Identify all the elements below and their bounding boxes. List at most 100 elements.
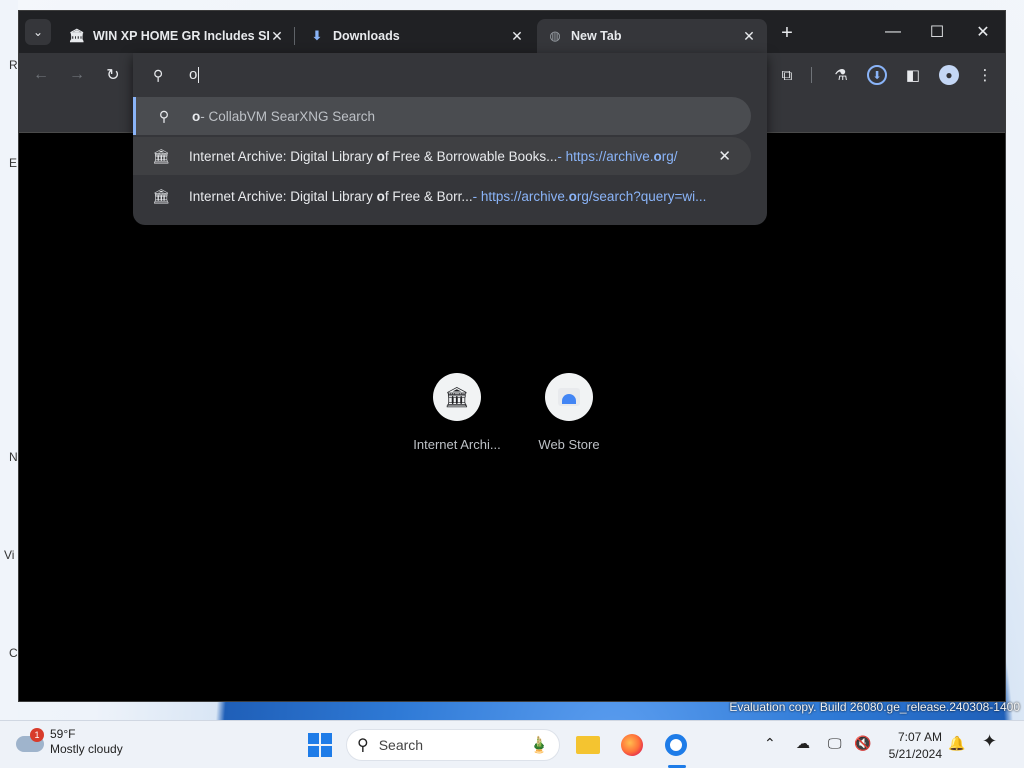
toolbar-divider (811, 67, 812, 83)
search-icon: ⚲ (153, 67, 164, 83)
desktop-icon-label[interactable]: C (9, 646, 18, 660)
download-circle-icon: ⬇ (867, 65, 887, 85)
tab-downloads[interactable]: ⬇ Downloads ✕ (299, 19, 535, 53)
cloud-icon: 1 (16, 728, 46, 754)
close-icon[interactable]: ✕ (509, 28, 525, 44)
tab-strip: ⌄ 🏛 WIN XP HOME GR Includes SP ✕ ⬇ Downl… (19, 11, 1005, 53)
suggestion-query: o (192, 108, 201, 124)
weather-widget[interactable]: 1 59°F Mostly cloudy (16, 727, 123, 757)
close-icon[interactable]: ✕ (741, 28, 757, 44)
archive-icon: 🏛 (152, 187, 170, 204)
notification-bell-icon[interactable]: 🔔 (948, 735, 965, 752)
forward-button[interactable]: → (65, 63, 89, 87)
suggestion-url: - https://archive.org/ (557, 148, 678, 164)
reload-button[interactable]: ↻ (101, 63, 125, 87)
desktop-icon-label[interactable]: E (9, 156, 17, 170)
taskbar-search-placeholder: Search (378, 737, 424, 753)
side-panel-icon: ◧ (905, 67, 921, 84)
weather-condition: Mostly cloudy (50, 742, 123, 756)
firefox-icon (621, 734, 643, 756)
tab-search-button[interactable]: ⌄ (25, 19, 51, 45)
suggestion-title: Internet Archive: Digital Library of Fre… (189, 188, 473, 204)
close-window-button[interactable]: ✕ (961, 17, 1005, 47)
webstore-icon (545, 373, 593, 421)
windows-logo-icon (308, 733, 332, 757)
desktop-icon-strip: R E N Vi C (0, 0, 18, 720)
profile-button[interactable]: ● (937, 63, 961, 87)
plus-icon: + (781, 21, 793, 44)
arrow-right-icon: → (69, 66, 85, 83)
menu-button[interactable]: ⋮ (973, 63, 997, 87)
clock-time: 7:07 AM (897, 730, 942, 744)
maximize-button[interactable]: ☐ (915, 17, 959, 47)
suggestion-history[interactable]: 🏛 Internet Archive: Digital Library of F… (133, 137, 751, 175)
tab-separator (294, 27, 295, 45)
suggestion-search[interactable]: ⚲ o - CollabVM SearXNG Search (133, 97, 751, 135)
chevron-up-icon[interactable]: ⌃ (764, 735, 776, 752)
tab-new-tab[interactable]: ◍ New Tab ✕ (537, 19, 767, 53)
archive-icon: 🏛 (152, 147, 170, 164)
chrome-icon (665, 734, 687, 756)
tab-label: WIN XP HOME GR Includes SP (93, 29, 269, 43)
suggestion-url: - https://archive.org/search?query=wi... (472, 188, 707, 204)
minimize-button[interactable]: — (871, 17, 915, 47)
remove-suggestion-button[interactable]: ✕ (718, 147, 731, 165)
globe-icon: ◍ (549, 28, 561, 43)
puzzle-icon: ⧉ (781, 66, 793, 84)
back-button[interactable]: ← (29, 63, 53, 87)
file-explorer-button[interactable] (572, 729, 604, 761)
onedrive-offline-icon[interactable]: ☁ (796, 735, 810, 752)
archive-icon: 🏛 (68, 28, 86, 43)
avatar-icon: ● (939, 65, 959, 85)
taskbar: 1 59°F Mostly cloudy ⚲ Search 🎍 ⌃ ☁ 🖵 🔇 … (0, 720, 1024, 768)
tab-winxp[interactable]: 🏛 WIN XP HOME GR Includes SP ✕ (59, 19, 295, 53)
chrome-window: ⌄ 🏛 WIN XP HOME GR Includes SP ✕ ⬇ Downl… (18, 10, 1006, 702)
suggestion-history[interactable]: 🏛 Internet Archive: Digital Library of F… (133, 177, 751, 215)
chevron-down-icon: ⌄ (32, 25, 44, 39)
search-icon: ⚲ (357, 737, 369, 754)
omnibox-dropdown: ⚲ o ⚲ o - CollabVM SearXNG Search 🏛 Inte… (133, 53, 767, 225)
reload-icon: ↻ (106, 67, 120, 84)
extensions-button[interactable]: ⧉ (775, 63, 799, 87)
firefox-button[interactable] (616, 729, 648, 761)
start-button[interactable] (304, 729, 336, 761)
new-tab-button[interactable]: + (775, 21, 799, 45)
maximize-icon: ☐ (929, 24, 945, 41)
downloads-button[interactable]: ⬇ (865, 63, 889, 87)
arrow-left-icon: ← (33, 66, 49, 83)
search-highlight-icon: 🎍 (529, 737, 549, 754)
display-icon[interactable]: 🖵 (828, 735, 842, 752)
shortcut-web-store[interactable]: Web Store (514, 373, 624, 452)
clock-date: 5/21/2024 (888, 747, 942, 761)
kebab-menu-icon: ⋮ (977, 67, 993, 84)
shortcut-label: Web Store (538, 437, 600, 452)
tab-label: New Tab (571, 29, 622, 43)
suggestion-engine: - CollabVM SearXNG Search (200, 108, 376, 124)
chrome-button[interactable] (660, 729, 692, 761)
suggestion-title: Internet Archive: Digital Library of Fre… (189, 148, 558, 164)
address-bar[interactable]: ⚲ o (133, 53, 767, 97)
desktop-icon-label[interactable]: Vi (4, 548, 14, 562)
copilot-icon[interactable]: ✦ (982, 731, 997, 752)
close-icon[interactable]: ✕ (269, 28, 285, 44)
desktop-icon-label[interactable]: N (9, 450, 18, 464)
download-icon: ⬇ (311, 28, 323, 43)
weather-temp: 59°F (50, 727, 76, 741)
address-input[interactable]: o (189, 66, 200, 84)
volume-muted-icon[interactable]: 🔇 (854, 735, 871, 752)
shortcut-label: Internet Archi... (413, 437, 501, 452)
search-icon: ⚲ (158, 107, 170, 124)
shortcut-internet-archive[interactable]: 🏛 Internet Archi... (402, 373, 512, 452)
evaluation-watermark: Evaluation copy. Build 26080.ge_release.… (729, 700, 1020, 714)
system-clock[interactable]: 7:07 AM 5/21/2024 (880, 729, 942, 763)
desktop-icon-label[interactable]: R (9, 58, 18, 72)
side-panel-button[interactable]: ◧ (901, 63, 925, 87)
taskbar-search[interactable]: ⚲ Search 🎍 (346, 729, 560, 761)
archive-icon: 🏛 (433, 373, 481, 421)
folder-icon (576, 736, 600, 754)
minimize-icon: — (885, 23, 901, 40)
flask-icon: ⚗ (834, 67, 848, 84)
notification-badge: 1 (30, 728, 44, 742)
close-icon: ✕ (976, 24, 990, 41)
labs-button[interactable]: ⚗ (829, 63, 853, 87)
